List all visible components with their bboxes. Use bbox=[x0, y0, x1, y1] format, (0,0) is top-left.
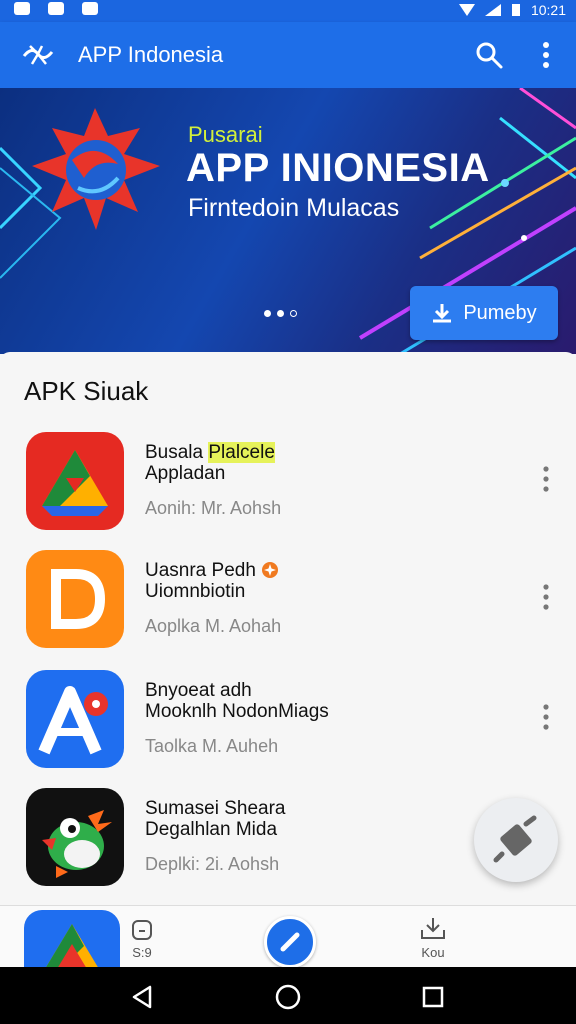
more-options-icon[interactable] bbox=[536, 40, 556, 70]
carousel-dot bbox=[290, 310, 297, 317]
home-icon bbox=[132, 920, 152, 940]
wifi-icon bbox=[458, 4, 475, 16]
chat-icon bbox=[48, 2, 64, 15]
download-button-label: Pumeby bbox=[463, 301, 537, 324]
app-name-text: Busala bbox=[145, 442, 209, 463]
download-tray-icon bbox=[421, 918, 445, 939]
parrot-mascot-icon bbox=[42, 810, 112, 878]
nav-item-label: Kou bbox=[421, 945, 445, 960]
recents-icon[interactable] bbox=[422, 986, 444, 1008]
app-list-item[interactable]: Uasnra Pedh Uiomnbiotin Aoplka M. Aohah bbox=[0, 550, 576, 668]
nav-item-label: S:9 bbox=[132, 945, 152, 960]
app-meta: Aoplka M. Aohah bbox=[145, 616, 282, 636]
letter-a-pin-icon bbox=[38, 686, 108, 755]
email-icon bbox=[82, 2, 98, 15]
carousel-dot bbox=[264, 310, 271, 317]
app-icon[interactable] bbox=[26, 550, 124, 648]
banner-subtitle: Pusarai bbox=[188, 122, 263, 147]
app-name-line2: Uiomnbiotin bbox=[145, 581, 246, 602]
app-name: Sumasei Sheara bbox=[145, 798, 286, 819]
app-list-item[interactable]: Bnyoeat adh Mooknlh NodonMiags Taolka M.… bbox=[0, 670, 576, 788]
app-name-line2: Appladan bbox=[145, 463, 226, 484]
edit-icon bbox=[280, 932, 300, 952]
drive-triangle-icon bbox=[42, 450, 108, 516]
badge-icon bbox=[262, 562, 279, 578]
app-name: Uasnra Pedh bbox=[145, 560, 279, 581]
overflow-menu-icon[interactable] bbox=[538, 702, 554, 732]
status-time: 10:21 bbox=[530, 2, 566, 18]
system-navigation-bar bbox=[0, 967, 576, 1024]
overflow-menu-icon[interactable] bbox=[538, 582, 554, 612]
banner-tagline: Firntedoin Mulacas bbox=[188, 194, 400, 222]
download-icon bbox=[433, 304, 452, 323]
app-list-item[interactable]: Busala Plalcele Appladan Aonih: Mr. Aohs… bbox=[0, 432, 576, 550]
nav-item-center[interactable] bbox=[264, 916, 316, 968]
message-icon bbox=[14, 2, 30, 15]
letter-d-icon bbox=[51, 569, 106, 629]
plug-icon bbox=[493, 815, 537, 863]
app-icon[interactable] bbox=[26, 788, 124, 886]
bottom-navigation: S:9 Kou bbox=[0, 905, 576, 970]
drive-triangle-icon bbox=[44, 924, 100, 970]
app-bar: APP Indonesia bbox=[0, 22, 576, 88]
system-icons: 10:21 bbox=[458, 2, 566, 18]
battery-icon bbox=[511, 4, 520, 16]
nav-item-downloads[interactable]: Kou bbox=[416, 916, 450, 966]
floating-action-button[interactable] bbox=[474, 798, 558, 882]
notification-icons bbox=[14, 2, 98, 15]
app-icon[interactable] bbox=[26, 432, 124, 530]
app-meta: Aonih: Mr. Aohsh bbox=[145, 498, 282, 518]
app-logo-icon bbox=[22, 45, 54, 65]
carousel-indicator bbox=[264, 310, 297, 317]
app-meta: Deplki: 2i. Aohsh bbox=[145, 854, 280, 874]
banner-headline: APP INIONESIA bbox=[186, 146, 490, 190]
back-icon[interactable] bbox=[130, 985, 154, 1009]
app-name-line2: Mooknlh NodonMiags bbox=[145, 701, 329, 722]
app-name: Bnyoeat adh bbox=[145, 680, 252, 701]
home-button-icon[interactable] bbox=[275, 984, 301, 1010]
nav-item-home[interactable]: S:9 bbox=[128, 918, 156, 966]
signal-icon bbox=[484, 4, 501, 16]
app-name: Busala Plalcele bbox=[145, 442, 275, 463]
overflow-menu-icon[interactable] bbox=[538, 464, 554, 494]
carousel-dot bbox=[277, 310, 284, 317]
status-bar: 10:21 bbox=[0, 0, 576, 22]
app-name-text: Uasnra Pedh bbox=[145, 560, 256, 581]
app-title: APP Indonesia bbox=[78, 42, 224, 67]
banner-download-button[interactable]: Pumeby bbox=[410, 286, 558, 340]
search-icon[interactable] bbox=[474, 40, 504, 70]
app-icon[interactable] bbox=[26, 670, 124, 768]
app-meta: Taolka M. Auheh bbox=[145, 736, 279, 756]
app-name-line2: Degalhlan Mida bbox=[145, 819, 278, 840]
app-name-highlight: Plalcele bbox=[208, 442, 275, 463]
app-icon-partial[interactable] bbox=[24, 910, 120, 970]
section-title: APK Siuak bbox=[24, 376, 149, 406]
promo-banner[interactable]: Pusarai APP INIONESIA Firntedoin Mulacas… bbox=[0, 88, 576, 354]
